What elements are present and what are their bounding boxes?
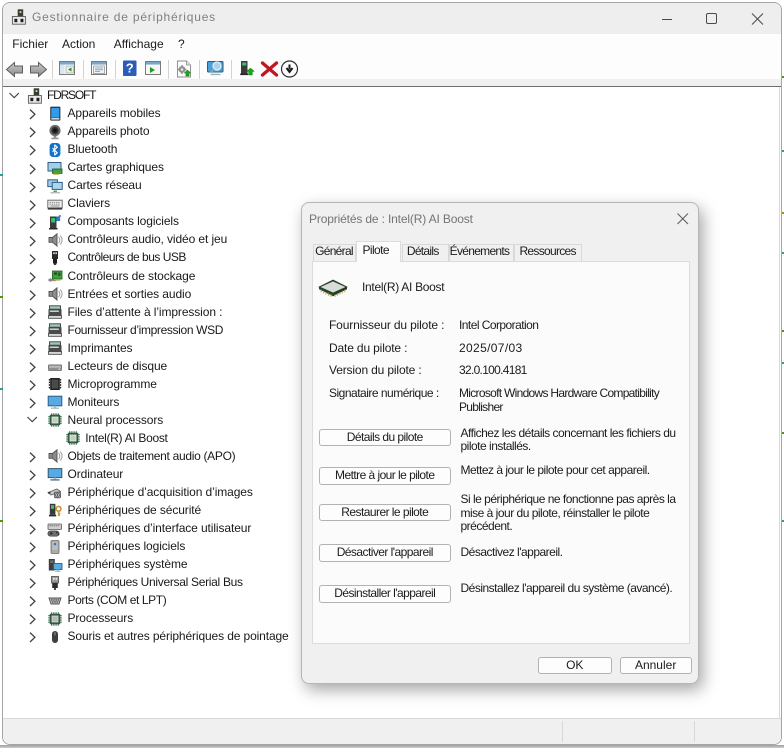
svg-text:?: ?	[126, 60, 134, 75]
